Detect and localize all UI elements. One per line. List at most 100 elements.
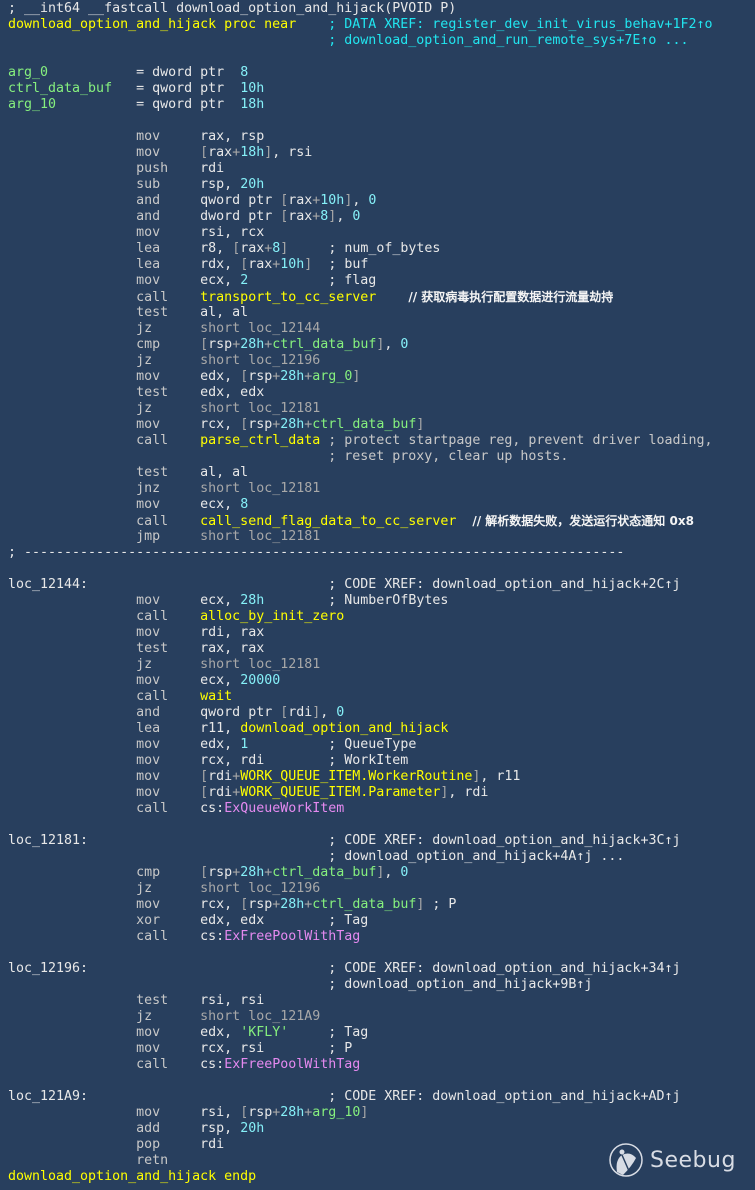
symbol-reference[interactable]: alloc_by_init_zero	[200, 609, 344, 624]
code-line[interactable]: jz short loc_12144	[8, 321, 713, 337]
code-line[interactable]: mov ecx, 2 ; flag	[8, 273, 713, 289]
code-line[interactable]: jz short loc_12196	[8, 353, 713, 369]
code-line[interactable]	[8, 561, 713, 577]
symbol-reference[interactable]: WORK_QUEUE_ITEM.WorkerRoutine	[240, 769, 472, 784]
symbol-reference[interactable]: download_option_and_hijack	[240, 721, 448, 736]
code-line[interactable]: mov rcx, rsi ; P	[8, 1041, 713, 1057]
code-line[interactable]: jz short loc_12196	[8, 881, 713, 897]
code-line[interactable]: lea r11, download_option_and_hijack	[8, 721, 713, 737]
jump-target[interactable]: short loc_12181	[200, 401, 320, 416]
code-line[interactable]: ; --------------------------------------…	[8, 545, 713, 561]
code-line[interactable]: jz short loc_121A9	[8, 1009, 713, 1025]
code-line[interactable]: lea rdx, [rax+10h] ; buf	[8, 257, 713, 273]
code-line[interactable]: mov ecx, 28h ; NumberOfBytes	[8, 593, 713, 609]
code-line[interactable]: and qword ptr [rax+10h], 0	[8, 193, 713, 209]
code-line[interactable]: retn	[8, 1153, 713, 1169]
code-line[interactable]: jz short loc_12181	[8, 657, 713, 673]
code-line[interactable]: add rsp, 20h	[8, 1121, 713, 1137]
code-line[interactable]: loc_121A9: ; CODE XREF: download_option_…	[8, 1089, 713, 1105]
jump-target[interactable]: short loc_12196	[200, 353, 320, 368]
code-line[interactable]: ; download_option_and_hijack+9B↑j	[8, 977, 713, 993]
code-line[interactable]: pop rdi	[8, 1137, 713, 1153]
code-line[interactable]	[8, 113, 713, 129]
code-line[interactable]: mov rcx, [rsp+28h+ctrl_data_buf] ; P	[8, 897, 713, 913]
code-line[interactable]: mov [rdi+WORK_QUEUE_ITEM.WorkerRoutine],…	[8, 769, 713, 785]
code-line[interactable]: call wait	[8, 689, 713, 705]
code-line[interactable]	[8, 49, 713, 65]
code-line[interactable]: mov ecx, 20000	[8, 673, 713, 689]
code-line[interactable]: test rax, rax	[8, 641, 713, 657]
jump-target[interactable]: short loc_121A9	[200, 1009, 320, 1024]
code-line[interactable]: call transport_to_cc_server // 获取病毒执行配置数…	[8, 289, 713, 305]
symbol-reference[interactable]: download_option_and_hijack proc near	[8, 17, 296, 32]
code-line[interactable]: loc_12181: ; CODE XREF: download_option_…	[8, 833, 713, 849]
location-label[interactable]: loc_12144:	[8, 577, 88, 592]
code-line[interactable]: call cs:ExFreePoolWithTag	[8, 929, 713, 945]
code-line[interactable]: arg_0 = dword ptr 8	[8, 65, 713, 81]
location-label[interactable]: loc_121A9:	[8, 1089, 88, 1104]
symbol-reference[interactable]: transport_to_cc_server	[200, 290, 376, 305]
symbol-reference[interactable]: WORK_QUEUE_ITEM.Parameter	[240, 785, 440, 800]
stack-variable-name[interactable]: arg_10	[8, 97, 56, 112]
code-line[interactable]	[8, 1073, 713, 1089]
code-line[interactable]: xor edx, edx ; Tag	[8, 913, 713, 929]
code-line[interactable]: mov edx, [rsp+28h+arg_0]	[8, 369, 713, 385]
location-label[interactable]: loc_12181:	[8, 833, 88, 848]
code-line[interactable]: test edx, edx	[8, 385, 713, 401]
stack-variable-name[interactable]: ctrl_data_buf	[8, 81, 112, 96]
code-line[interactable]: jnz short loc_12181	[8, 481, 713, 497]
code-line[interactable]: ; __int64 __fastcall download_option_and…	[8, 1, 713, 17]
jump-target[interactable]: short loc_12144	[200, 321, 320, 336]
symbol-reference[interactable]: ExFreePoolWithTag	[224, 929, 360, 944]
symbol-reference[interactable]: parse_ctrl_data	[200, 433, 320, 448]
symbol-reference[interactable]: ExQueueWorkItem	[224, 801, 344, 816]
disassembly-listing[interactable]: ; __int64 __fastcall download_option_and…	[8, 1, 713, 1185]
code-line[interactable]: call alloc_by_init_zero	[8, 609, 713, 625]
code-line[interactable]: sub rsp, 20h	[8, 177, 713, 193]
jump-target[interactable]: short loc_12181	[200, 529, 320, 544]
code-line[interactable]: mov [rax+18h], rsi	[8, 145, 713, 161]
symbol-reference[interactable]: call_send_flag_data_to_cc_server	[200, 514, 456, 529]
code-line[interactable]: test al, al	[8, 305, 713, 321]
code-line[interactable]	[8, 817, 713, 833]
code-line[interactable]: call cs:ExQueueWorkItem	[8, 801, 713, 817]
code-line[interactable]: and dword ptr [rax+8], 0	[8, 209, 713, 225]
code-line[interactable]: test rsi, rsi	[8, 993, 713, 1009]
code-line[interactable]: mov [rdi+WORK_QUEUE_ITEM.Parameter], rdi	[8, 785, 713, 801]
code-line[interactable]: mov rsi, [rsp+28h+arg_10]	[8, 1105, 713, 1121]
code-line[interactable]: mov rax, rsp	[8, 129, 713, 145]
jump-target[interactable]: short loc_12181	[200, 657, 320, 672]
code-line[interactable]: call cs:ExFreePoolWithTag	[8, 1057, 713, 1073]
code-line[interactable]: mov rcx, [rsp+28h+ctrl_data_buf]	[8, 417, 713, 433]
symbol-reference[interactable]: wait	[200, 689, 232, 704]
code-line[interactable]: cmp [rsp+28h+ctrl_data_buf], 0	[8, 865, 713, 881]
location-label[interactable]: loc_12196:	[8, 961, 88, 976]
code-line[interactable]: mov edx, 1 ; QueueType	[8, 737, 713, 753]
code-line[interactable]: mov edx, 'KFLY' ; Tag	[8, 1025, 713, 1041]
code-line[interactable]: mov ecx, 8	[8, 497, 713, 513]
code-line[interactable]: mov rsi, rcx	[8, 225, 713, 241]
code-line[interactable]: and qword ptr [rdi], 0	[8, 705, 713, 721]
code-line[interactable]: ctrl_data_buf = qword ptr 10h	[8, 81, 713, 97]
code-line[interactable]: ; reset proxy, clear up hosts.	[8, 449, 713, 465]
code-line[interactable]: download_option_and_hijack endp	[8, 1169, 713, 1185]
code-line[interactable]: loc_12196: ; CODE XREF: download_option_…	[8, 961, 713, 977]
code-line[interactable]: lea r8, [rax+8] ; num_of_bytes	[8, 241, 713, 257]
code-line[interactable]	[8, 945, 713, 961]
code-line[interactable]: download_option_and_hijack proc near ; D…	[8, 17, 713, 33]
code-line[interactable]: cmp [rsp+28h+ctrl_data_buf], 0	[8, 337, 713, 353]
code-line[interactable]: arg_10 = qword ptr 18h	[8, 97, 713, 113]
code-line[interactable]: loc_12144: ; CODE XREF: download_option_…	[8, 577, 713, 593]
code-line[interactable]: push rdi	[8, 161, 713, 177]
code-line[interactable]: ; download_option_and_run_remote_sys+7E↑…	[8, 33, 713, 49]
code-line[interactable]: call call_send_flag_data_to_cc_server //…	[8, 513, 713, 529]
code-line[interactable]: test al, al	[8, 465, 713, 481]
jump-target[interactable]: short loc_12196	[200, 881, 320, 896]
code-line[interactable]: call parse_ctrl_data ; protect startpage…	[8, 433, 712, 449]
code-line[interactable]: jz short loc_12181	[8, 401, 713, 417]
symbol-reference[interactable]: ExFreePoolWithTag	[224, 1057, 360, 1072]
code-line[interactable]: mov rdi, rax	[8, 625, 713, 641]
code-line[interactable]: mov rcx, rdi ; WorkItem	[8, 753, 713, 769]
code-line[interactable]: ; download_option_and_hijack+4A↑j ...	[8, 849, 713, 865]
symbol-reference[interactable]: download_option_and_hijack endp	[8, 1169, 256, 1184]
